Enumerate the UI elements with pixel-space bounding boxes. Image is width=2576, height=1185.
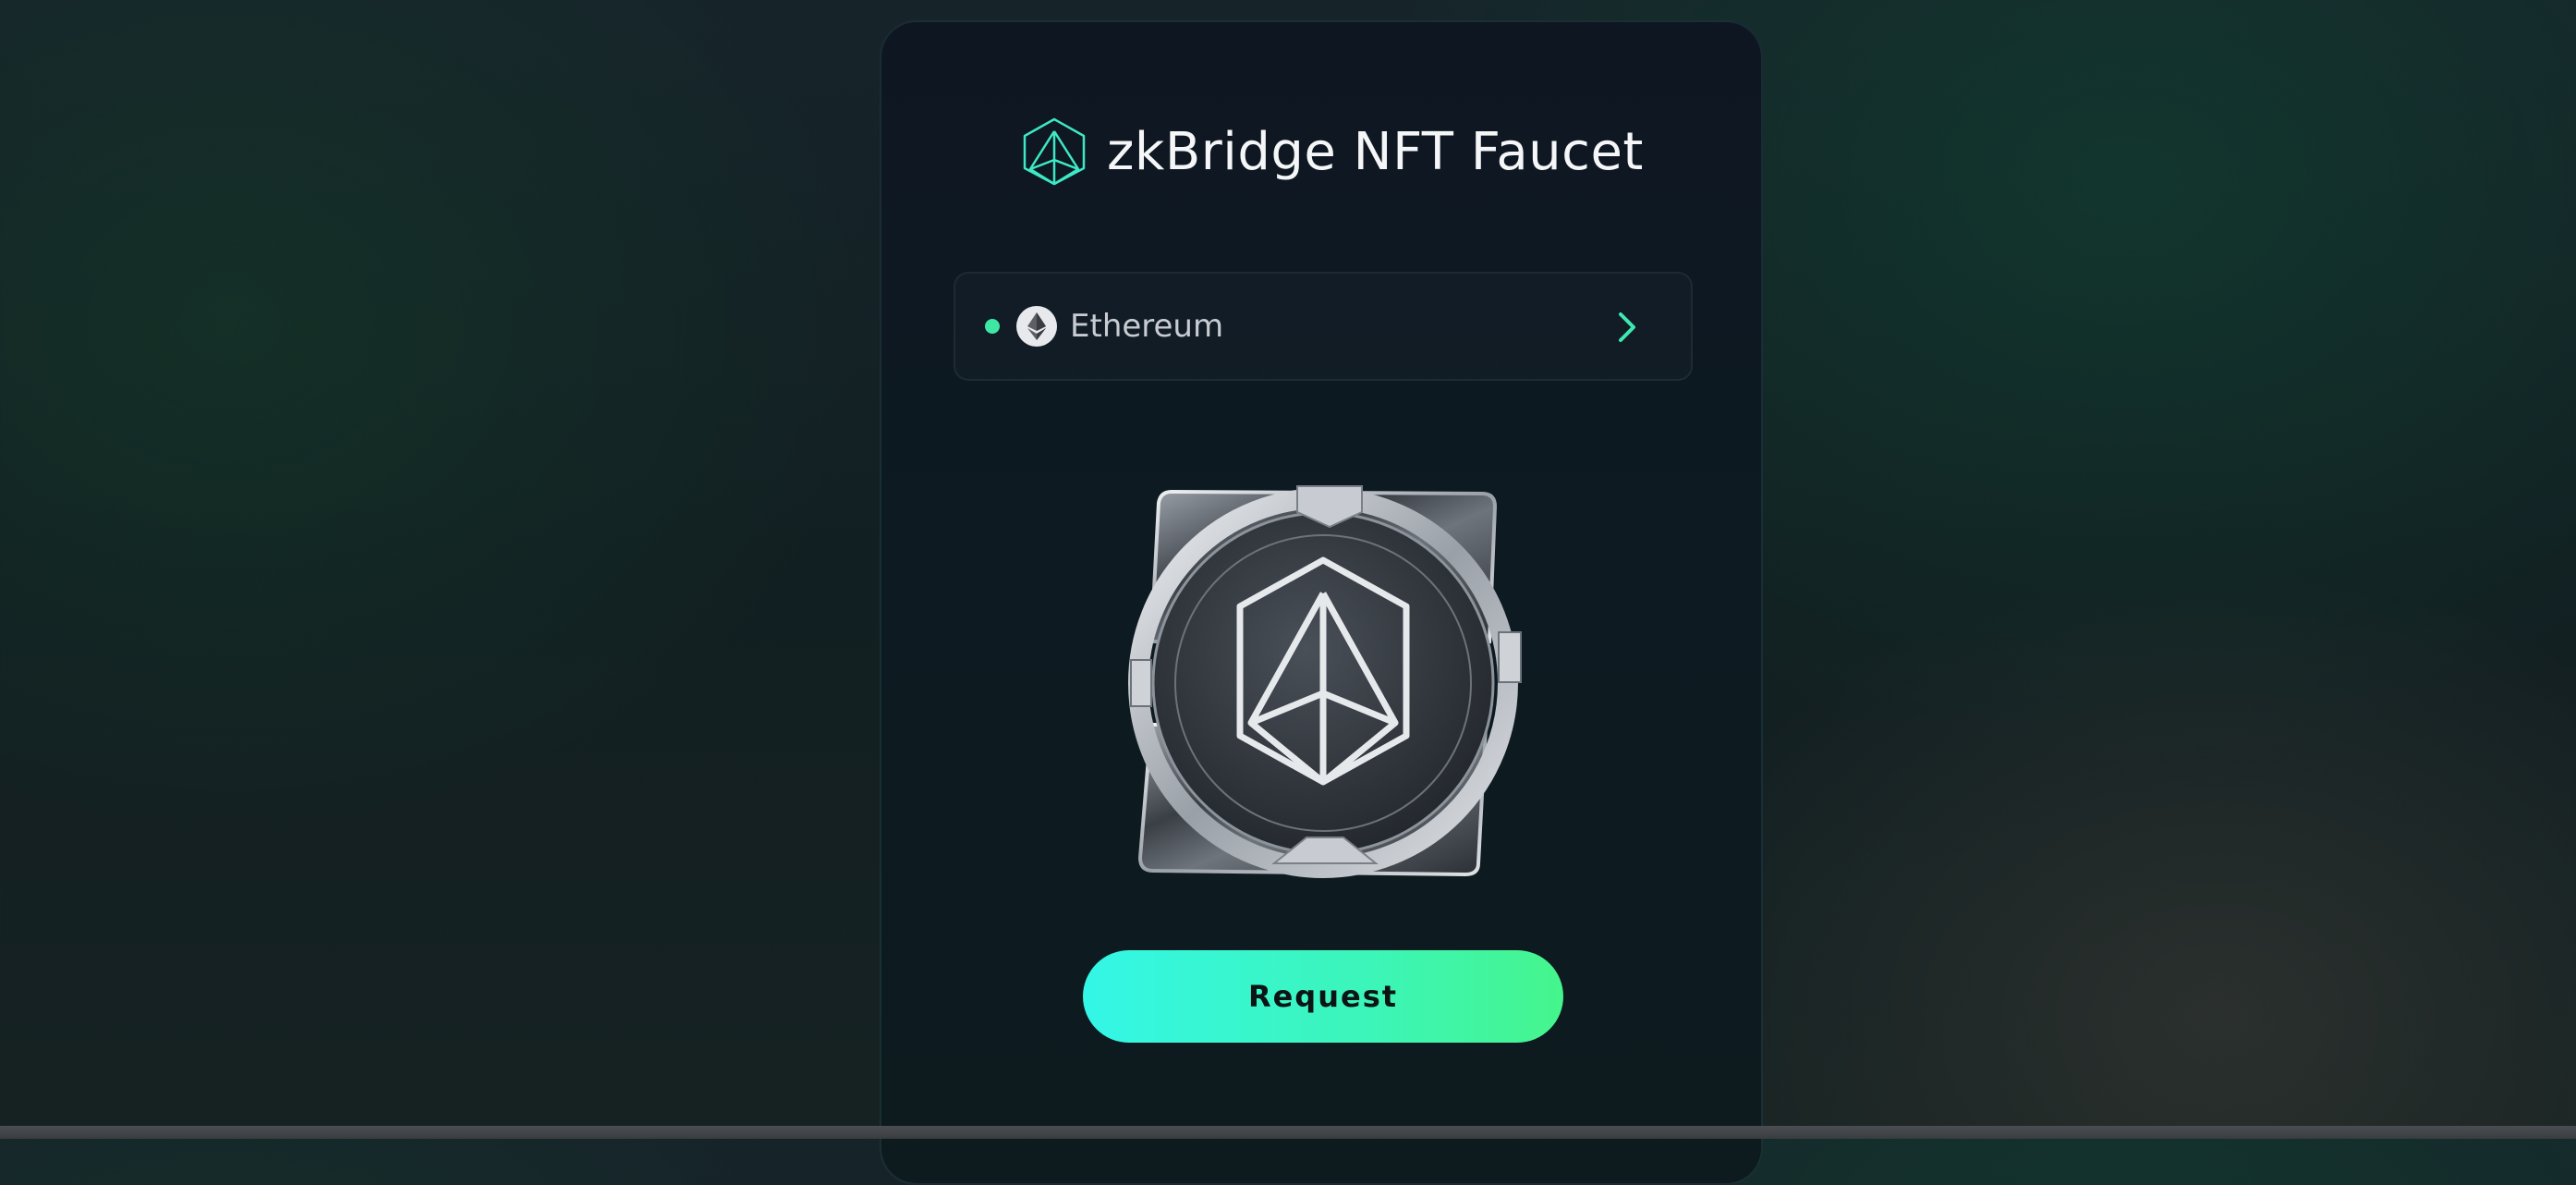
zkbridge-logo-icon bbox=[1023, 117, 1086, 186]
chevron-right-icon bbox=[1619, 312, 1635, 342]
faucet-card: zkBridge NFT Faucet Ethereum Request bbox=[880, 20, 1763, 1185]
chain-selector[interactable]: Ethereum bbox=[954, 272, 1693, 381]
page-title: zkBridge NFT Faucet bbox=[1107, 121, 1644, 182]
faucet-header: zkBridge NFT Faucet bbox=[1022, 115, 1644, 189]
request-button[interactable]: Request bbox=[1083, 950, 1563, 1043]
ethereum-icon bbox=[1016, 306, 1057, 347]
chain-name: Ethereum bbox=[1070, 308, 1224, 345]
chain-status-dot bbox=[985, 319, 1000, 334]
window-bottom-bar bbox=[0, 1126, 2576, 1139]
nft-badge-image bbox=[1128, 485, 1522, 878]
